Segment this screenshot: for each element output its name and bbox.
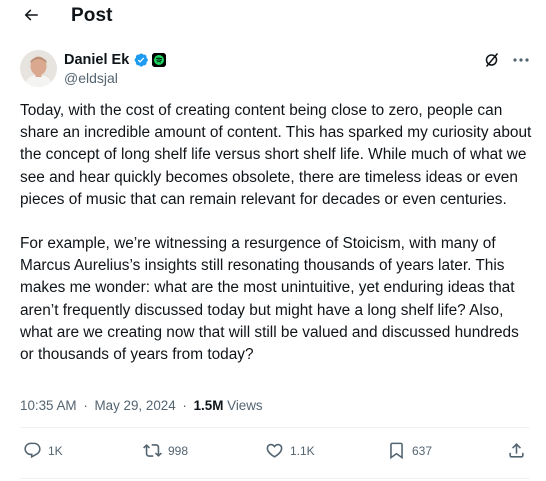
repost-icon bbox=[143, 444, 162, 457]
tweet-paragraph: For example, we’re witnessing a resurgen… bbox=[20, 235, 524, 364]
meta-separator: · bbox=[83, 398, 88, 413]
share-button[interactable] bbox=[507, 441, 526, 460]
author-name[interactable]: Daniel Ek bbox=[64, 51, 167, 69]
reply-icon bbox=[24, 442, 41, 459]
tweet-text: Today, with the cost of creating content… bbox=[20, 100, 536, 366]
like-button[interactable]: 1.1K bbox=[265, 441, 315, 460]
top-bar: Post bbox=[0, 0, 546, 32]
divider bbox=[20, 478, 530, 479]
grok-icon[interactable] bbox=[484, 52, 500, 68]
reply-button[interactable]: 1K bbox=[23, 441, 63, 460]
tweet-time[interactable]: 10:35 AM bbox=[20, 398, 77, 413]
spotify-icon bbox=[152, 53, 167, 67]
verified-badge-icon bbox=[134, 53, 149, 67]
divider bbox=[20, 427, 530, 428]
like-count: 1.1K bbox=[290, 443, 315, 458]
tweet-date[interactable]: May 29, 2024 bbox=[95, 398, 176, 413]
views-label: Views bbox=[227, 398, 263, 413]
views-count[interactable]: 1.5M bbox=[194, 398, 224, 413]
arrow-left-icon bbox=[24, 9, 38, 21]
meta-separator: · bbox=[182, 398, 187, 413]
repost-button[interactable]: 998 bbox=[143, 441, 188, 460]
heart-icon bbox=[266, 443, 283, 458]
bookmark-count: 637 bbox=[412, 443, 433, 458]
avatar[interactable] bbox=[20, 50, 57, 87]
page-title: Post bbox=[71, 5, 113, 26]
share-icon bbox=[509, 443, 524, 458]
action-bar: 1K 998 1.1K 637 bbox=[0, 436, 546, 466]
author-name-label: Daniel Ek bbox=[64, 52, 130, 68]
bookmark-button[interactable]: 637 bbox=[387, 441, 432, 460]
back-button[interactable] bbox=[20, 4, 42, 26]
tweet-meta: 10:35 AM · May 29, 2024 · 1.5M Views bbox=[20, 397, 263, 415]
bookmark-icon bbox=[390, 442, 403, 460]
tweet-author: Daniel Ek @eldsjal bbox=[20, 48, 530, 88]
more-icon[interactable] bbox=[512, 52, 530, 68]
tweet-paragraph: Today, with the cost of creating content… bbox=[20, 102, 536, 208]
repost-count: 998 bbox=[168, 443, 189, 458]
reply-count: 1K bbox=[48, 443, 63, 458]
author-handle[interactable]: @eldsjal bbox=[64, 69, 118, 87]
